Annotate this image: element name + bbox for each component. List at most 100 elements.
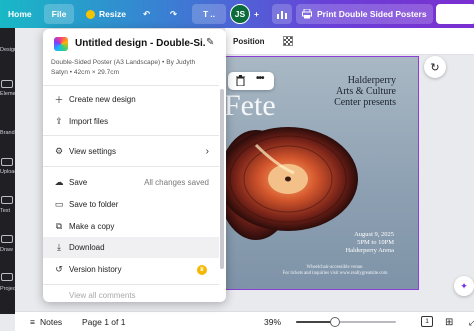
home-button[interactable]: Home [8, 0, 32, 28]
poster-organizer-text[interactable]: Halderperry Arts & Culture Center presen… [276, 75, 396, 108]
design-title[interactable]: Untitled design - Double-Si... [75, 38, 205, 49]
crown-icon [86, 9, 95, 19]
design-details-line-2: Satyn • 42cm × 29.7cm [51, 69, 120, 76]
upload-icon: ⇪ [442, 8, 450, 19]
event-date: August 9, 2025 [354, 231, 394, 238]
file-menu-button[interactable]: File [44, 4, 74, 24]
poster-footer[interactable]: Wheelchair-accessible venue. For tickets… [260, 265, 410, 277]
menu-item-label: Create new design [69, 95, 136, 104]
insights-button[interactable] [272, 4, 292, 24]
top-toolbar: Home File Resize ↶ ↷ T .. JS + Print Dou… [0, 0, 474, 28]
menu-item-create-new-design[interactable]: ＋ Create new design [43, 89, 219, 110]
organizer-line-3: Center presents [334, 97, 396, 108]
menu-item-label: Import files [69, 117, 109, 126]
footer-line-2: For tickets and inquiries visit www.real… [282, 271, 388, 276]
grid-view-icon[interactable]: ⊞ [445, 312, 453, 331]
event-time: 5PM to 10PM [357, 239, 394, 246]
menu-scrollbar[interactable] [220, 89, 224, 269]
design-details: Double-Sided Poster (A3 Landscape) • By … [51, 58, 221, 78]
text-tool-label: T [203, 9, 209, 19]
left-sidebar: Design Elements Brand Hub Uploads Text D… [0, 28, 15, 314]
copy-icon: ⧉ [55, 221, 63, 231]
pages-count-button[interactable]: 1 [421, 316, 433, 327]
menu-item-label: Download [69, 243, 105, 252]
upload-icon: ⇪ [55, 116, 63, 126]
pencil-icon[interactable]: ✎ [206, 37, 214, 48]
sidebar-item-draw[interactable]: Draw [0, 247, 15, 253]
menu-item-version-history[interactable]: ↺ Version history ♛ [43, 259, 219, 280]
divider [43, 166, 219, 167]
text-icon[interactable] [1, 196, 13, 204]
more-options-icon[interactable]: ••• [256, 73, 264, 84]
menu-item-save-to-folder[interactable]: ▭ Save to folder [43, 194, 219, 215]
uploads-icon[interactable] [1, 158, 13, 166]
divider [43, 85, 219, 86]
undo-icon[interactable]: ↶ [143, 0, 150, 28]
avatar[interactable]: JS [230, 4, 250, 24]
share-label: Sh [453, 9, 464, 19]
add-collaborator-icon[interactable]: + [254, 0, 259, 28]
resize-label: Resize [99, 9, 126, 19]
position-button[interactable]: Position [233, 37, 265, 46]
menu-item-make-a-copy[interactable]: ⧉ Make a copy [43, 216, 219, 237]
menu-item-save[interactable]: ☁ Save All changes saved [43, 172, 219, 193]
refresh-icon[interactable]: ↻ [424, 56, 446, 78]
bottom-bar: ≡ Notes Page 1 of 1 39% 1 ⊞ ⤢ [15, 311, 474, 331]
sidebar-item-projects[interactable]: Projects [0, 286, 15, 292]
crown-icon: ♛ [197, 264, 207, 275]
trash-icon[interactable] [236, 75, 245, 86]
menu-item-label: View settings [69, 147, 116, 156]
notes-icon: ≡ [30, 317, 35, 327]
draw-icon[interactable] [1, 235, 13, 243]
menu-item-label: View all comments [69, 291, 136, 300]
elements-icon[interactable] [1, 80, 13, 88]
zoom-percentage[interactable]: 39% [264, 312, 281, 331]
element-actions-pill: ••• [228, 72, 274, 90]
page-indicator[interactable]: Page 1 of 1 [82, 312, 125, 331]
menu-item-label: Version history [69, 265, 122, 274]
sidebar-item-brand-hub[interactable]: Brand Hub [0, 130, 15, 136]
sidebar-item-uploads[interactable]: Uploads [0, 169, 15, 175]
resize-button[interactable]: Resize [86, 0, 126, 28]
share-button[interactable]: ⇪ Sh [436, 4, 474, 24]
save-icon: ☁ [54, 177, 64, 187]
notes-button[interactable]: ≡ Notes [30, 312, 62, 331]
printer-icon [302, 9, 312, 19]
sidebar-item-elements[interactable]: Elements [0, 91, 15, 97]
file-menu-dropdown: Untitled design - Double-Si... ✎ Double-… [43, 29, 226, 302]
poster-event-details[interactable]: August 9, 2025 5PM to 10PM Halderperry A… [294, 231, 394, 255]
menu-item-import-files[interactable]: ⇪ Import files [43, 111, 219, 132]
poster-headline[interactable]: Fete [224, 89, 276, 123]
menu-item-view-all-comments[interactable]: View all comments [43, 291, 219, 302]
notes-label: Notes [39, 317, 63, 327]
projects-icon[interactable] [1, 273, 13, 281]
print-posters-label: Print Double Sided Posters [317, 9, 427, 19]
menu-item-download[interactable]: ⤓ Download [43, 237, 219, 258]
bar-chart-icon [277, 10, 287, 19]
text-tool-button[interactable]: T .. [192, 4, 226, 24]
menu-item-label: Make a copy [69, 222, 115, 231]
design-details-line-1: Double-Sided Poster (A3 Landscape) • By … [51, 59, 196, 66]
sidebar-item-text[interactable]: Text [0, 208, 15, 214]
sidebar-item-design[interactable]: Design [0, 47, 15, 53]
zoom-slider-handle[interactable] [330, 317, 340, 327]
redo-icon[interactable]: ↷ [170, 0, 177, 28]
menu-item-label: Save to folder [69, 200, 119, 209]
magic-assist-icon[interactable]: ✦ [454, 276, 474, 296]
organizer-line-1: Halderperry [347, 75, 396, 86]
ellipsis-icon: .. [210, 9, 215, 19]
plus-icon: ＋ [54, 95, 64, 105]
event-venue: Halderperry Arena [345, 247, 394, 254]
menu-item-view-settings[interactable]: ⚙ View settings › [43, 141, 219, 162]
print-posters-button[interactable]: Print Double Sided Posters [296, 4, 433, 24]
transparency-icon[interactable] [283, 36, 293, 46]
poster-page[interactable]: Fete Halderperry Arts & Culture Center p… [215, 56, 419, 290]
settings-icon: ⚙ [54, 146, 64, 156]
zoom-slider[interactable] [296, 317, 396, 327]
fullscreen-icon[interactable]: ⤢ [469, 312, 474, 331]
save-status: All changes saved [144, 178, 209, 187]
chevron-right-icon: › [205, 146, 209, 157]
folder-icon: ▭ [54, 199, 64, 209]
divider [43, 284, 219, 285]
divider [43, 135, 219, 136]
